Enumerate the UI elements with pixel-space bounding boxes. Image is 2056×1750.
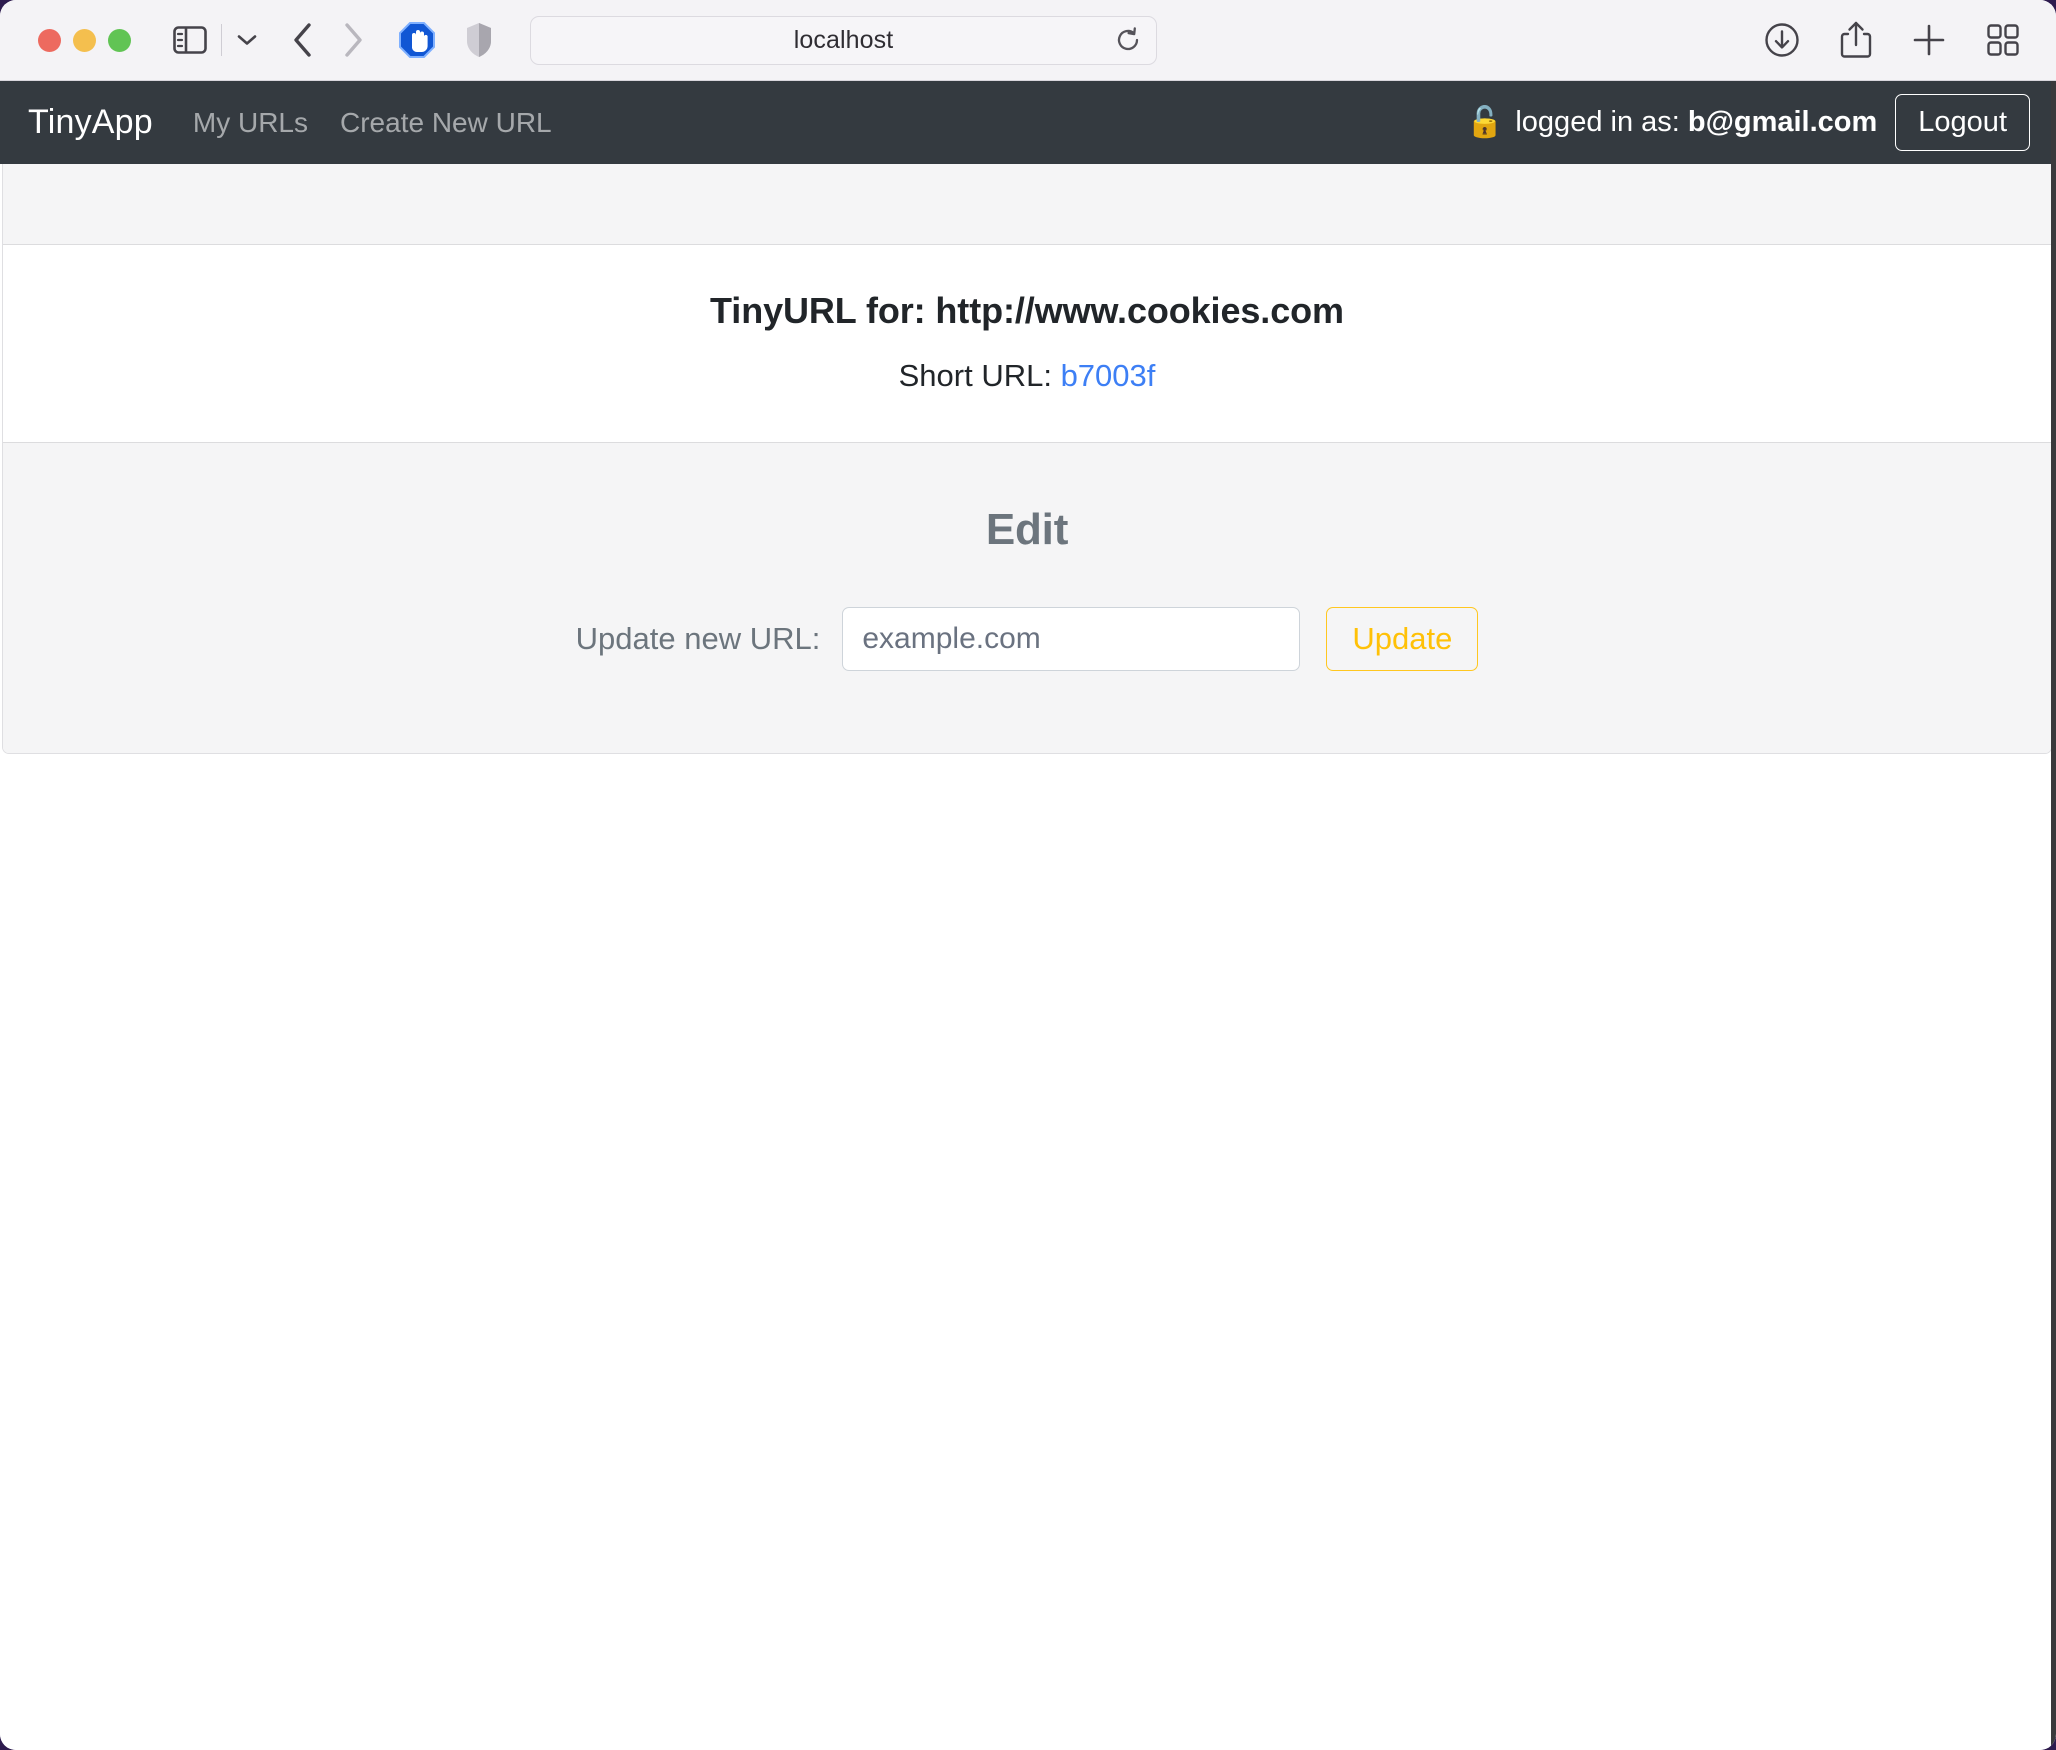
- minimize-window-button[interactable]: [73, 28, 96, 52]
- adblock-icon[interactable]: [398, 21, 436, 59]
- update-button[interactable]: Update: [1326, 607, 1479, 671]
- address-bar[interactable]: localhost: [530, 15, 1157, 65]
- browser-window: localhost TinyApp My URLs Create New URL…: [0, 0, 2056, 1750]
- nav-link-create-new-url[interactable]: Create New URL: [340, 107, 552, 139]
- card-footer: Edit Update new URL: Update: [3, 443, 2051, 753]
- tab-overview-icon[interactable]: [1986, 23, 2020, 57]
- sidebar-chevron-down-icon[interactable]: [236, 33, 258, 47]
- toolbar-divider: [221, 24, 222, 56]
- app-navbar: TinyApp My URLs Create New URL 🔓 logged …: [0, 81, 2056, 164]
- maximize-window-button[interactable]: [108, 28, 131, 52]
- edit-url-form: Update new URL: Update: [23, 607, 2031, 671]
- brand-link[interactable]: TinyApp: [28, 103, 153, 142]
- address-bar-text: localhost: [793, 25, 894, 54]
- close-window-button[interactable]: [38, 28, 61, 52]
- short-url-label: Short URL:: [898, 358, 1061, 393]
- logout-button[interactable]: Logout: [1895, 94, 2030, 151]
- card-body: TinyURL for: http://www.cookies.com Shor…: [3, 245, 2051, 443]
- traffic-lights: [38, 28, 131, 52]
- unlocked-padlock-icon: 🔓: [1466, 105, 1504, 139]
- update-url-input[interactable]: [842, 607, 1301, 671]
- browser-toolbar: localhost: [0, 0, 2056, 81]
- short-url-line: Short URL: b7003f: [23, 358, 2031, 394]
- page-content: TinyApp My URLs Create New URL 🔓 logged …: [0, 81, 2056, 1750]
- toolbar-right-actions: [1764, 20, 2020, 60]
- nav-link-my-urls[interactable]: My URLs: [193, 107, 308, 139]
- short-url-link[interactable]: b7003f: [1061, 358, 1156, 393]
- url-card: TinyURL for: http://www.cookies.com Shor…: [2, 164, 2052, 754]
- page-title: TinyURL for: http://www.cookies.com: [710, 290, 1344, 331]
- reload-icon[interactable]: [1114, 26, 1142, 54]
- logged-in-prefix: logged in as:: [1515, 106, 1688, 138]
- card-header: [3, 164, 2051, 245]
- navbar-links: My URLs Create New URL: [193, 107, 552, 139]
- share-icon[interactable]: [1840, 20, 1872, 60]
- back-arrow-icon[interactable]: [292, 22, 314, 58]
- downloads-icon[interactable]: [1764, 22, 1800, 58]
- forward-arrow-icon: [342, 22, 364, 58]
- window-edge-sliver: [2051, 81, 2056, 1750]
- navigation-buttons: [292, 22, 364, 58]
- privacy-shield-icon[interactable]: [466, 22, 492, 58]
- logged-in-email: b@gmail.com: [1687, 106, 1878, 138]
- edit-heading: Edit: [985, 505, 1069, 554]
- logged-in-status: logged in as: b@gmail.com: [1515, 106, 1877, 139]
- navbar-user-section: 🔓 logged in as: b@gmail.com Logout: [1466, 94, 2030, 151]
- new-tab-icon[interactable]: [1912, 23, 1946, 57]
- sidebar-toggle-icon[interactable]: [173, 26, 207, 54]
- extension-buttons: [398, 21, 492, 59]
- update-url-label: Update new URL:: [575, 621, 821, 656]
- sidebar-controls: [173, 24, 258, 56]
